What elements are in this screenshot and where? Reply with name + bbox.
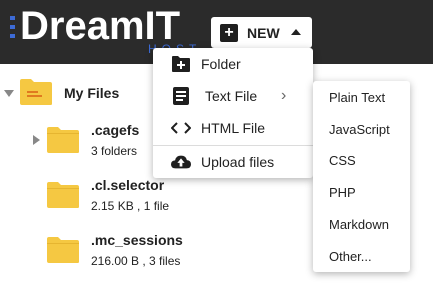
folder-name[interactable]: .mc_sessions [91, 232, 183, 248]
file-manager-window: DreamIT HOST + NEW My Files .cagefs 3 fo… [0, 0, 433, 287]
submenu-item-css[interactable]: CSS [313, 144, 410, 176]
document-icon [171, 86, 191, 106]
menu-item-upload-files[interactable]: Upload files [153, 146, 313, 178]
folder-icon [47, 127, 79, 153]
expand-arrow-icon [4, 90, 14, 97]
menu-item-label: Upload files [201, 154, 275, 170]
menu-item-label: Folder [201, 56, 241, 72]
caret-up-icon [291, 29, 301, 35]
code-icon [171, 118, 191, 138]
menu-item-label: HTML File [201, 120, 266, 136]
new-button[interactable]: + NEW [211, 17, 312, 48]
plus-icon: + [220, 23, 238, 42]
menu-item-html-file[interactable]: HTML File [153, 112, 313, 144]
submenu-item-markdown[interactable]: Markdown [313, 208, 410, 240]
menu-item-folder[interactable]: Folder [153, 48, 313, 80]
submenu-item-plain-text[interactable]: Plain Text [313, 81, 410, 113]
submenu-item-other[interactable]: Other... [313, 240, 410, 272]
tree-root-toggle[interactable] [4, 90, 14, 97]
chevron-right-icon: › [281, 87, 287, 104]
submenu-item-javascript[interactable]: JavaScript [313, 113, 410, 145]
folder-meta: 2.15 KB , 1 file [91, 199, 170, 213]
cloud-upload-icon [171, 152, 191, 172]
folder-meta: 3 folders [91, 144, 138, 158]
new-button-label: NEW [247, 24, 280, 41]
tree-item-toggle[interactable] [33, 135, 40, 145]
expand-arrow-icon [33, 135, 40, 145]
menu-item-label: Text File [205, 88, 258, 104]
submenu-item-php[interactable]: PHP [313, 176, 410, 208]
folder-name[interactable]: .cl.selector [91, 177, 164, 193]
folder-meta: 216.00 B , 3 files [91, 254, 181, 268]
folder-plus-icon [171, 54, 191, 74]
folder-name[interactable]: .cagefs [91, 122, 139, 138]
folder-icon [47, 182, 79, 208]
text-file-submenu: Plain Text JavaScript CSS PHP Markdown O… [313, 81, 410, 272]
tree-root-label[interactable]: My Files [64, 85, 119, 101]
new-menu: Folder Text File › HTML File Upload file… [153, 48, 313, 178]
menu-item-text-file[interactable]: Text File › [153, 80, 313, 112]
folder-icon [47, 237, 79, 263]
folder-open-icon [20, 79, 52, 105]
